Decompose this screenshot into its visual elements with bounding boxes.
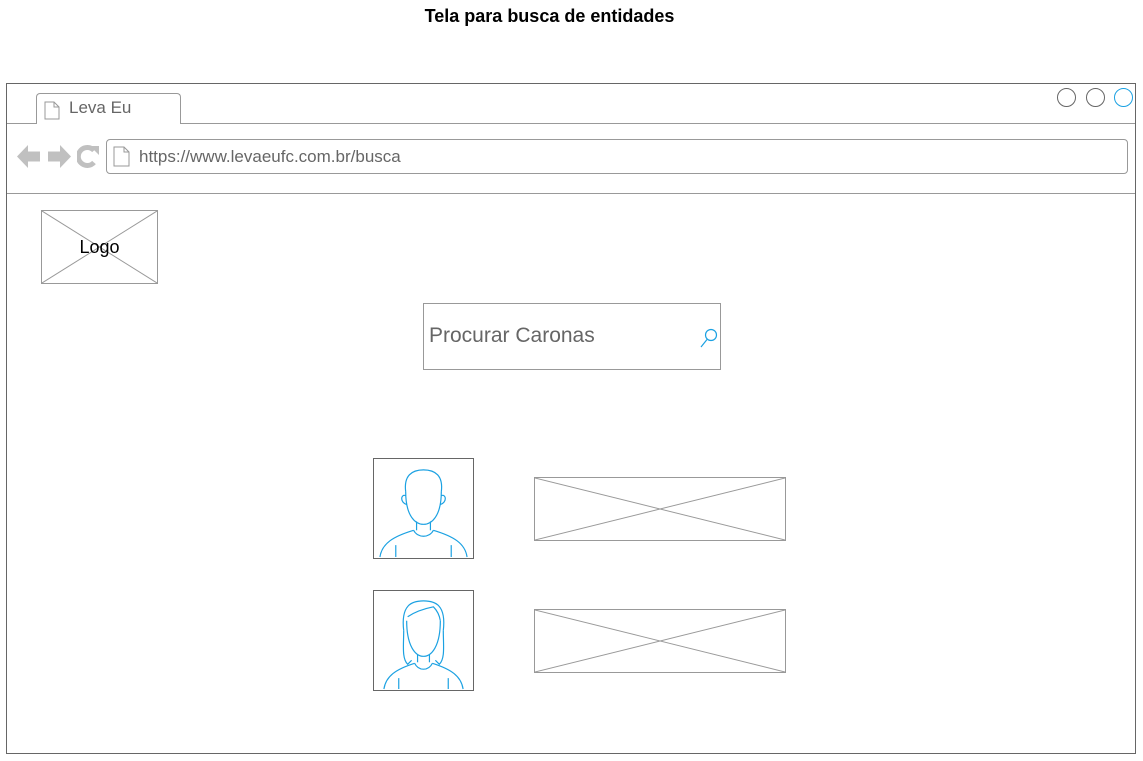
tab-title: Leva Eu [69,98,132,117]
close-button[interactable] [1114,88,1133,107]
document-icon [44,101,60,120]
result-avatar-male[interactable] [373,458,474,559]
reload-icon[interactable] [77,143,99,170]
address-bar[interactable]: https://www.levaeufc.com.br/busca [106,139,1128,174]
search-icon[interactable] [700,328,718,348]
minimize-button[interactable] [1057,88,1077,107]
female-user-icon [383,600,464,690]
page-title: Tela para busca de entidades [424,6,675,26]
url-text: https://www.levaeufc.com.br/busca [139,147,401,166]
logo-label: Logo [79,237,120,257]
result-info-placeholder[interactable] [534,609,786,673]
maximize-button[interactable] [1085,88,1105,107]
image-placeholder-icon [535,610,785,672]
male-user-icon [379,469,468,558]
page-icon [113,146,130,167]
logo: Logo [41,210,158,284]
toolbar-divider [7,193,1135,194]
search-input[interactable] [429,324,689,348]
browser-tab[interactable]: Leva Eu [36,93,181,124]
result-info-placeholder[interactable] [534,477,786,541]
result-avatar-female[interactable] [373,590,474,691]
image-placeholder-icon [535,478,785,540]
browser-window: Leva Eu https://www.levaeufc.com.br/busc… [6,83,1136,754]
search-box[interactable] [423,303,721,370]
window-controls [1052,88,1133,112]
forward-arrow-icon[interactable] [47,143,71,170]
back-arrow-icon[interactable] [17,143,41,170]
